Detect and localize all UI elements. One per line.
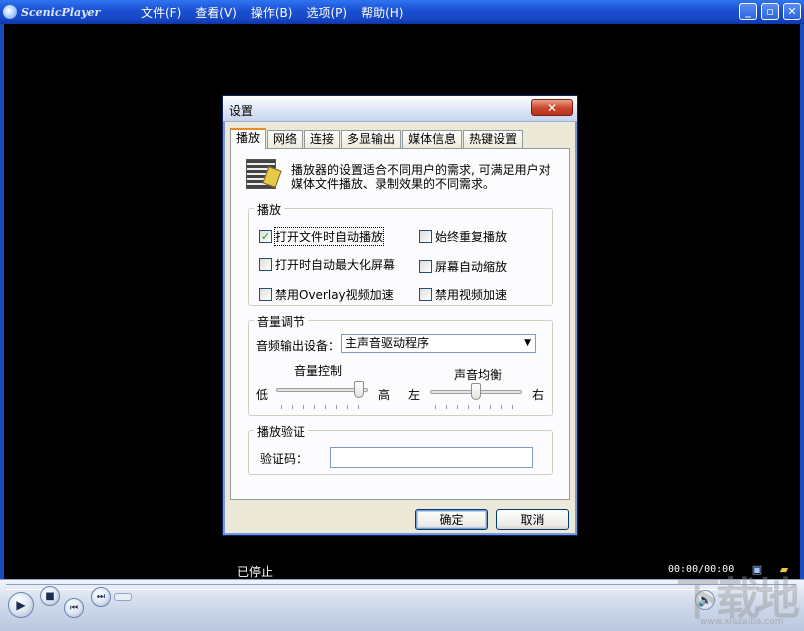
dropdown-arrow-icon: ▼ (524, 338, 531, 348)
volume-low-label: 低 (256, 388, 269, 402)
tab-hotkeys[interactable]: 热键设置 (463, 130, 524, 149)
checkbox-box (419, 288, 432, 301)
play-icon[interactable]: ▶ (8, 592, 34, 618)
balance-slider-control[interactable] (430, 383, 522, 401)
checkbox-box (419, 230, 432, 243)
volume-slider-control[interactable] (276, 381, 368, 399)
tab-media-info[interactable]: 媒体信息 (402, 130, 463, 149)
verify-code-input[interactable] (330, 447, 533, 468)
stop-icon[interactable]: ■ (40, 586, 60, 606)
checkbox-label: 屏幕自动缩放 (435, 260, 508, 274)
repeat-play-checkbox[interactable]: 始终重复播放 (419, 228, 507, 245)
audio-device-select[interactable]: 主声音驱动程序 ▼ (341, 334, 536, 353)
volume-high-label: 高 (378, 388, 391, 402)
menu-help[interactable]: 帮助(H) (361, 4, 403, 21)
restore-button[interactable]: ▫ (761, 3, 779, 20)
settings-dialog: 设置 ✕ 播放 网络 连接 多显输出 媒体信息 热键设置 播放器的设置适合不同用… (222, 95, 578, 536)
close-button[interactable]: ✕ (783, 3, 801, 20)
tab-connection[interactable]: 连接 (304, 130, 341, 149)
volume-slider[interactable] (114, 593, 132, 601)
balance-ticks (435, 405, 517, 409)
menu-operation[interactable]: 操作(B) (251, 4, 293, 21)
intro-text: 播放器的设置适合不同用户的需求, 可满足用户对媒体文件播放、录制效果的不同需求。 (291, 163, 551, 191)
audio-device-label: 音频输出设备： (256, 339, 341, 353)
checkbox-box (419, 260, 432, 273)
playback-group-label: 播放 (254, 201, 285, 218)
next-icon[interactable]: ⏭ (91, 587, 111, 607)
watermark-url: www.xiazaiba.com (700, 617, 784, 627)
dialog-title: 设置 (229, 104, 254, 118)
disable-overlay-checkbox[interactable]: 禁用Overlay视频加速 (259, 286, 394, 303)
previous-icon[interactable]: ⏮ (64, 598, 84, 618)
tab-playback[interactable]: 播放 (230, 128, 267, 149)
playback-panel: 播放器的设置适合不同用户的需求, 可满足用户对媒体文件播放、录制效果的不同需求。… (230, 148, 570, 500)
checkbox-label: 打开文件时自动播放 (273, 227, 385, 246)
verify-group: 播放验证 验证码： (248, 423, 553, 475)
menu-view[interactable]: 查看(V) (195, 4, 237, 21)
menu-bar: 文件(F) 查看(V) 操作(B) 选项(P) 帮助(H) (141, 4, 417, 21)
disable-video-accel-checkbox[interactable]: 禁用视频加速 (419, 286, 507, 303)
checkbox-box: ✓ (259, 230, 272, 243)
balance-slider-thumb[interactable] (471, 383, 481, 400)
checkbox-label: 始终重复播放 (435, 230, 508, 244)
window-controls: _ ▫ ✕ (739, 3, 801, 20)
ok-button[interactable]: 确定 (415, 509, 488, 530)
volume-control-title: 音量控制 (294, 364, 343, 378)
menu-options[interactable]: 选项(P) (306, 4, 347, 21)
volume-group-label: 音量调节 (254, 313, 309, 330)
cancel-button[interactable]: 取消 (496, 509, 569, 530)
verify-group-label: 播放验证 (254, 423, 309, 440)
checkbox-label: 打开时自动最大化屏幕 (275, 258, 396, 272)
app-name: ScenicPlayer (21, 5, 101, 19)
window-right-border (800, 24, 804, 580)
checkbox-label: 禁用Overlay视频加速 (275, 288, 394, 302)
balance-right-label: 右 (532, 388, 545, 402)
dialog-title-bar: 设置 ✕ (223, 96, 577, 122)
tab-network[interactable]: 网络 (267, 130, 304, 149)
minimize-button[interactable]: _ (739, 3, 757, 20)
auto-maximize-checkbox[interactable]: 打开时自动最大化屏幕 (259, 256, 395, 273)
tab-strip: 播放 网络 连接 多显输出 媒体信息 热键设置 (230, 128, 524, 149)
checkbox-label: 禁用视频加速 (435, 288, 508, 302)
auto-play-checkbox[interactable]: ✓ 打开文件时自动播放 (259, 227, 385, 246)
settings-document-icon (246, 159, 276, 189)
volume-slider-thumb[interactable] (354, 381, 364, 398)
balance-left-label: 左 (408, 388, 421, 402)
verify-code-label: 验证码： (260, 452, 309, 466)
app-logo-icon (3, 5, 17, 19)
tab-multi-display[interactable]: 多显输出 (341, 130, 402, 149)
audio-device-value: 主声音驱动程序 (345, 336, 430, 350)
playback-status: 已停止 (237, 565, 274, 579)
auto-scale-checkbox[interactable]: 屏幕自动缩放 (419, 258, 507, 275)
volume-ticks (281, 405, 363, 409)
checkbox-box (259, 288, 272, 301)
title-bar: ScenicPlayer 文件(F) 查看(V) 操作(B) 选项(P) 帮助(… (0, 0, 804, 24)
playback-group: 播放 ✓ 打开文件时自动播放 始终重复播放 打开时自动最大化屏幕 屏幕自动缩放 … (248, 201, 553, 306)
menu-file[interactable]: 文件(F) (141, 4, 181, 21)
dialog-close-button[interactable]: ✕ (531, 99, 573, 116)
balance-title: 声音均衡 (454, 368, 503, 382)
volume-group: 音量调节 音频输出设备： 主声音驱动程序 ▼ 音量控制 低 高 声音均衡 左 右 (248, 313, 553, 416)
checkbox-box (259, 258, 272, 271)
